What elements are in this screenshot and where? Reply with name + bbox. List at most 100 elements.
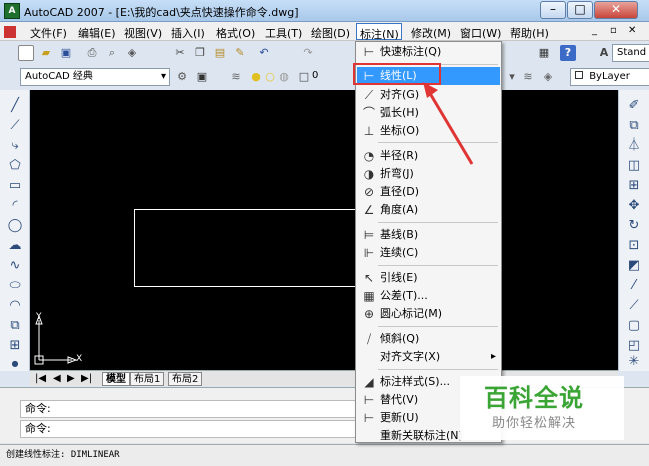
- menu-dimension[interactable]: 标注(N): [356, 23, 402, 41]
- drawing-canvas[interactable]: Y X: [30, 90, 618, 370]
- paste-icon[interactable]: ▤: [212, 45, 228, 61]
- workspace-save-icon[interactable]: ▣: [194, 69, 210, 85]
- layer-match-icon[interactable]: ◈: [540, 69, 556, 85]
- array-icon[interactable]: ⊞: [626, 178, 642, 194]
- menu-item-angular[interactable]: ∠ 角度(A): [357, 201, 500, 219]
- doc-close-button[interactable]: ✕: [628, 25, 636, 36]
- text-style-select[interactable]: Stand: [612, 44, 649, 62]
- tab-layout1[interactable]: 布局1: [130, 372, 165, 386]
- match-icon[interactable]: ✎: [232, 45, 248, 61]
- menu-item-center-mark[interactable]: ⊕ 圆心标记(M): [357, 305, 500, 323]
- rectangle-icon[interactable]: ▭: [7, 178, 23, 194]
- menu-item-label: 角度(A): [380, 203, 419, 216]
- drawn-rectangle[interactable]: [134, 209, 387, 287]
- minimize-button[interactable]: –: [540, 1, 566, 19]
- baseline-icon: ⊨: [363, 228, 375, 242]
- arc-icon[interactable]: ◜: [7, 198, 23, 214]
- ellipse-icon[interactable]: ⬭: [7, 278, 23, 294]
- extend-icon[interactable]: ⟋: [626, 298, 642, 314]
- redo-icon[interactable]: ↷: [300, 45, 316, 61]
- publish-icon[interactable]: ◈: [124, 45, 140, 61]
- help-icon[interactable]: ?: [560, 45, 576, 61]
- save-icon[interactable]: ▣: [58, 45, 74, 61]
- menu-bar: 文件(F) 编辑(E) 视图(V) 插入(I) 格式(O) 工具(T) 绘图(D…: [0, 22, 649, 41]
- last-tab-button[interactable]: ▶|: [78, 372, 95, 386]
- layer-previous-icon[interactable]: ≋: [520, 69, 536, 85]
- trim-icon[interactable]: ⁄: [626, 278, 642, 294]
- menu-edit[interactable]: 编辑(E): [78, 25, 116, 41]
- circle-icon[interactable]: ◯: [7, 218, 23, 234]
- close-button[interactable]: ✕: [594, 1, 638, 19]
- explode-icon[interactable]: ✳: [626, 354, 642, 370]
- prev-tab-button[interactable]: ◀: [50, 372, 64, 386]
- polyline-icon[interactable]: ⤷: [7, 138, 23, 154]
- first-tab-button[interactable]: |◀: [32, 372, 49, 386]
- menu-view[interactable]: 视图(V): [124, 25, 162, 41]
- layer-value[interactable]: 0: [312, 70, 318, 81]
- menu-item-continue[interactable]: ⊩ 连续(C): [357, 244, 500, 262]
- ellipse-arc-icon[interactable]: ◠: [7, 298, 23, 314]
- point-icon[interactable]: ●: [7, 356, 23, 372]
- jogged-icon: ◑: [363, 167, 375, 181]
- make-block-icon[interactable]: ⊞: [7, 338, 23, 354]
- break-icon[interactable]: ▢: [626, 318, 642, 334]
- copy-object-icon[interactable]: ⧉: [626, 118, 642, 134]
- menu-item-label: 基线(B): [380, 228, 419, 241]
- mirror-icon[interactable]: ⏃: [626, 138, 642, 154]
- undo-icon[interactable]: ↶: [256, 45, 272, 61]
- move-icon[interactable]: ✥: [626, 198, 642, 214]
- stretch-icon[interactable]: ◩: [626, 258, 642, 274]
- revcloud-icon[interactable]: ☁: [7, 238, 23, 254]
- maximize-button[interactable]: □: [567, 1, 593, 19]
- menu-file[interactable]: 文件(F): [30, 25, 67, 41]
- tab-model[interactable]: 模型: [102, 372, 130, 386]
- menu-item-diameter[interactable]: ⊘ 直径(D): [357, 183, 500, 201]
- offset-icon[interactable]: ◫: [626, 158, 642, 174]
- spline-icon[interactable]: ∿: [7, 258, 23, 274]
- chamfer-icon[interactable]: ◰: [626, 338, 642, 354]
- line-icon[interactable]: ╱: [7, 98, 23, 114]
- menu-modify[interactable]: 修改(M): [411, 25, 451, 41]
- menu-format[interactable]: 格式(O): [216, 25, 255, 41]
- menu-item-align-text[interactable]: 对齐文字(X) ▸: [357, 348, 500, 366]
- erase-icon[interactable]: ✐: [626, 98, 642, 114]
- watermark-subtitle: 助你轻松解决: [492, 416, 577, 431]
- layer-manager-icon[interactable]: ≋: [228, 69, 244, 85]
- workspace-select[interactable]: AutoCAD 经典 ▾: [20, 68, 170, 86]
- menu-item-baseline[interactable]: ⊨ 基线(B): [357, 226, 500, 244]
- insert-block-icon[interactable]: ⧉: [7, 318, 23, 334]
- polygon-icon[interactable]: ⬠: [7, 158, 23, 174]
- menu-item-quick-dim[interactable]: ⊢ 快速标注(Q): [357, 43, 500, 61]
- menu-item-label: 快速标注(Q): [380, 45, 442, 58]
- cut-icon[interactable]: ✂: [172, 45, 188, 61]
- menu-item-oblique[interactable]: ⧸ 倾斜(Q): [357, 330, 500, 348]
- scale-icon[interactable]: ⊡: [626, 238, 642, 254]
- open-icon[interactable]: ▰: [38, 45, 54, 61]
- text-style-icon[interactable]: A: [596, 45, 612, 61]
- doc-minimize-button[interactable]: _: [592, 25, 597, 36]
- menu-item-label: 折弯(J): [380, 167, 414, 180]
- next-tab-button[interactable]: ▶: [64, 372, 78, 386]
- tab-layout2[interactable]: 布局2: [168, 372, 203, 386]
- rotate-icon[interactable]: ↻: [626, 218, 642, 234]
- menu-draw[interactable]: 绘图(D): [311, 25, 350, 41]
- menu-item-leader[interactable]: ↖ 引线(E): [357, 269, 500, 287]
- linetype-select[interactable]: ByLayer: [570, 68, 649, 86]
- layer-dropdown-icon[interactable]: ▾: [504, 69, 520, 85]
- plot-icon[interactable]: ⎙: [84, 45, 100, 61]
- preview-icon[interactable]: ⌕: [104, 45, 120, 61]
- calc-icon[interactable]: ▦: [536, 45, 552, 61]
- menu-help[interactable]: 帮助(H): [510, 25, 549, 41]
- menu-item-tolerance[interactable]: ▦ 公差(T)...: [357, 287, 500, 305]
- doc-restore-button[interactable]: ▫: [610, 25, 617, 36]
- menu-window[interactable]: 窗口(W): [460, 25, 501, 41]
- menu-tools[interactable]: 工具(T): [265, 25, 302, 41]
- continue-icon: ⊩: [363, 246, 375, 260]
- menu-separator: [378, 369, 498, 370]
- construction-line-icon[interactable]: ⟋: [7, 118, 23, 134]
- radius-icon: ◔: [363, 149, 375, 163]
- menu-insert[interactable]: 插入(I): [171, 25, 205, 41]
- copy-icon[interactable]: ❐: [192, 45, 208, 61]
- new-icon[interactable]: [18, 45, 34, 61]
- workspace-settings-icon[interactable]: ⚙: [174, 69, 190, 85]
